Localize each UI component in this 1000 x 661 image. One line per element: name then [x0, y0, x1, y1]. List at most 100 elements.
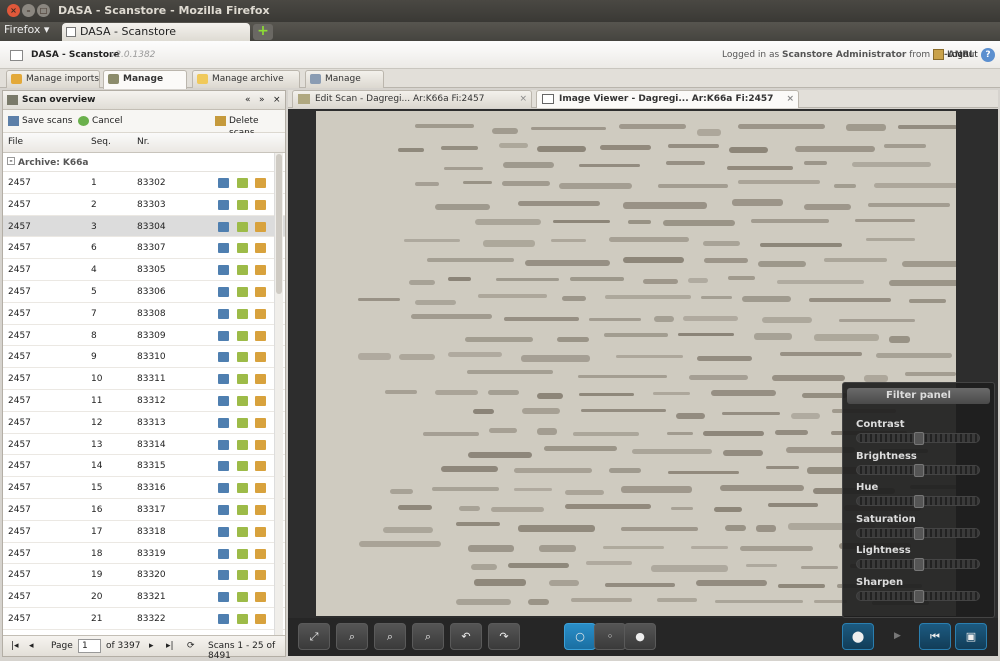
logout-icon[interactable] [933, 49, 944, 60]
move-scan-icon[interactable] [255, 613, 266, 624]
first-page-icon[interactable]: |◂ [11, 641, 19, 651]
move-scan-icon[interactable] [255, 504, 266, 515]
view-scan-icon[interactable] [218, 483, 229, 494]
slider-handle[interactable] [914, 495, 924, 508]
play-icon[interactable]: ▶ [894, 631, 901, 641]
slider-handle[interactable] [914, 558, 924, 571]
table-row[interactable]: 2457 14 83315 [3, 455, 285, 478]
table-row[interactable]: 2457 12 83313 [3, 412, 285, 434]
browser-tab[interactable]: DASA - Scanstore [62, 23, 250, 41]
filter-toggle-button[interactable]: ⬤ [842, 623, 874, 650]
scrollbar[interactable] [274, 153, 283, 637]
zoom-button[interactable]: ⌕ [336, 623, 368, 650]
rotate-right-button[interactable]: ↷ [488, 623, 520, 650]
view-mode-2-button[interactable]: ◦ [594, 623, 626, 650]
tab-manage-scans[interactable]: Manage scans [103, 70, 187, 101]
slider-handle[interactable] [914, 463, 924, 477]
view-scan-icon[interactable] [218, 330, 229, 341]
edit-scan-icon[interactable] [237, 286, 248, 297]
view-scan-icon[interactable] [218, 178, 229, 188]
close-window-icon[interactable]: × [7, 4, 20, 17]
edit-scan-icon[interactable] [237, 483, 248, 494]
table-row[interactable]: 2457 1 83302 [3, 172, 285, 194]
collapse-left-icon[interactable]: « [245, 91, 251, 109]
save-scans-button[interactable]: Save scans [8, 115, 73, 127]
table-row[interactable]: 2457 5 83306 [3, 281, 285, 303]
move-scan-icon[interactable] [255, 395, 266, 406]
col-nr[interactable]: Nr. [137, 137, 149, 147]
move-scan-icon[interactable] [255, 374, 266, 385]
move-scan-icon[interactable] [255, 265, 266, 276]
move-scan-icon[interactable] [255, 483, 266, 494]
move-scan-icon[interactable] [255, 221, 266, 232]
slider-handle[interactable] [914, 589, 924, 603]
logout-link[interactable]: Logout [947, 50, 978, 60]
move-scan-icon[interactable] [255, 352, 266, 363]
view-scan-icon[interactable] [218, 243, 229, 254]
view-mode-1-button[interactable]: ○ [564, 623, 596, 650]
view-scan-icon[interactable] [218, 439, 229, 450]
view-scan-icon[interactable] [218, 417, 229, 428]
edit-scan-icon[interactable] [237, 352, 248, 363]
view-scan-icon[interactable] [218, 504, 229, 515]
edit-scan-icon[interactable] [237, 417, 248, 428]
table-row[interactable]: 2457 17 83318 [3, 521, 285, 543]
image-gallery-button[interactable]: ▣ [955, 623, 987, 650]
collapse-group-icon[interactable]: - [7, 157, 15, 165]
edit-scan-icon[interactable] [237, 395, 248, 406]
view-scan-icon[interactable] [218, 548, 229, 559]
table-row[interactable]: 2457 10 83311 [3, 368, 285, 390]
move-scan-icon[interactable] [255, 178, 266, 188]
edit-scan-icon[interactable] [237, 526, 248, 537]
table-row[interactable]: 2457 15 83316 [3, 477, 285, 499]
move-scan-icon[interactable] [255, 330, 266, 341]
table-row[interactable]: 2457 7 83308 [3, 303, 285, 325]
help-icon[interactable]: ? [981, 48, 995, 62]
filter-slider[interactable] [856, 589, 980, 603]
table-row[interactable]: 2457 6 83307 [3, 237, 285, 260]
move-scan-icon[interactable] [255, 548, 266, 559]
tab-manage-archive-files[interactable]: Manage archive files [192, 70, 300, 101]
table-row[interactable]: 2457 21 83322 [3, 608, 285, 630]
filter-slider[interactable] [856, 526, 980, 540]
table-row[interactable]: 2457 9 83310 [3, 346, 285, 369]
archive-group-header[interactable]: - Archive: K66a [3, 153, 285, 172]
view-scan-icon[interactable] [218, 286, 229, 297]
col-file[interactable]: File [8, 137, 23, 147]
page-input[interactable]: 1 [78, 639, 101, 653]
table-row[interactable]: 2457 20 83321 [3, 586, 285, 608]
zoom-in-button[interactable]: ⌕ [412, 623, 444, 650]
view-scan-icon[interactable] [218, 461, 229, 472]
view-scan-icon[interactable] [218, 352, 229, 363]
close-panel-icon[interactable]: × [273, 91, 281, 109]
next-page-icon[interactable]: ▸ [149, 641, 154, 651]
move-scan-icon[interactable] [255, 286, 266, 297]
move-scan-icon[interactable] [255, 308, 266, 319]
slider-handle[interactable] [914, 526, 924, 540]
table-row[interactable]: 2457 8 83309 [3, 325, 285, 347]
view-scan-icon[interactable] [218, 199, 229, 210]
filter-slider[interactable] [856, 463, 980, 477]
close-tab-icon[interactable]: × [786, 91, 794, 108]
filter-slider[interactable] [856, 495, 980, 508]
move-scan-icon[interactable] [255, 570, 266, 581]
edit-scan-icon[interactable] [237, 461, 248, 472]
edit-scan-icon[interactable] [237, 243, 248, 254]
edit-scan-icon[interactable] [237, 613, 248, 624]
last-page-icon[interactable]: ▸| [166, 641, 174, 651]
edit-scan-icon[interactable] [237, 374, 248, 385]
firefox-menu-button[interactable]: Firefox ▾ [4, 23, 49, 36]
edit-scan-icon[interactable] [237, 570, 248, 581]
move-scan-icon[interactable] [255, 592, 266, 603]
tab-image-viewer[interactable]: Image Viewer - Dagregi... Ar:K66a Fi:245… [536, 90, 799, 121]
view-scan-icon[interactable] [218, 265, 229, 276]
table-row[interactable]: 2457 11 83312 [3, 390, 285, 412]
edit-scan-icon[interactable] [237, 265, 248, 276]
edit-scan-icon[interactable] [237, 439, 248, 450]
edit-scan-icon[interactable] [237, 592, 248, 603]
minimize-window-icon[interactable]: – [22, 4, 35, 17]
view-scan-icon[interactable] [218, 221, 229, 232]
view-scan-icon[interactable] [218, 613, 229, 624]
edit-scan-icon[interactable] [237, 330, 248, 341]
move-scan-icon[interactable] [255, 417, 266, 428]
